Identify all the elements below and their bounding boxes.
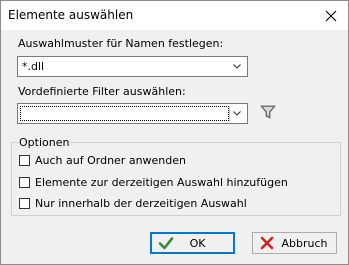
- ok-label: OK: [189, 236, 206, 250]
- chevron-down-icon[interactable]: [233, 111, 241, 116]
- checkbox-within-selection[interactable]: Nur innerhalb der derzeitigen Auswahl: [19, 197, 247, 210]
- pattern-input[interactable]: *.dll: [22, 60, 44, 73]
- checkbox-label: Elemente zur derzeitigen Auswahl hinzufü…: [35, 176, 288, 189]
- chevron-down-icon[interactable]: [233, 64, 241, 69]
- close-icon: [325, 10, 337, 21]
- checkbox[interactable]: [19, 177, 30, 188]
- title-bar: Elemente auswählen: [1, 1, 348, 30]
- checkbox[interactable]: [19, 155, 30, 166]
- funnel-icon: [260, 105, 276, 119]
- dialog-title: Elemente auswählen: [8, 8, 134, 22]
- checkbox-label: Auch auf Ordner anwenden: [35, 154, 186, 167]
- checkbox-add-to-selection[interactable]: Elemente zur derzeitigen Auswahl hinzufü…: [19, 176, 288, 189]
- checkbox-apply-to-folders[interactable]: Auch auf Ordner anwenden: [19, 154, 186, 167]
- divider: [229, 106, 230, 121]
- filter-label: Vordefinierte Filter auswählen:: [18, 85, 186, 98]
- x-icon: [260, 236, 274, 250]
- checkbox-label: Nur innerhalb der derzeitigen Auswahl: [35, 197, 247, 210]
- filter-button[interactable]: [256, 101, 280, 123]
- close-button[interactable]: [318, 3, 344, 28]
- options-legend: Optionen: [18, 136, 71, 149]
- filter-combobox[interactable]: [17, 103, 248, 124]
- checkmark-icon: [158, 237, 174, 250]
- ok-button[interactable]: OK: [150, 232, 235, 254]
- cancel-button[interactable]: Abbruch: [252, 232, 337, 254]
- pattern-label: Auswahlmuster für Namen festlegen:: [18, 37, 224, 50]
- cancel-label: Abbruch: [281, 236, 328, 250]
- select-items-dialog: Elemente auswählen Auswahlmuster für Nam…: [0, 0, 349, 265]
- pattern-combobox[interactable]: *.dll: [17, 56, 248, 77]
- filter-focus-area[interactable]: [20, 106, 229, 121]
- checkbox[interactable]: [19, 198, 30, 209]
